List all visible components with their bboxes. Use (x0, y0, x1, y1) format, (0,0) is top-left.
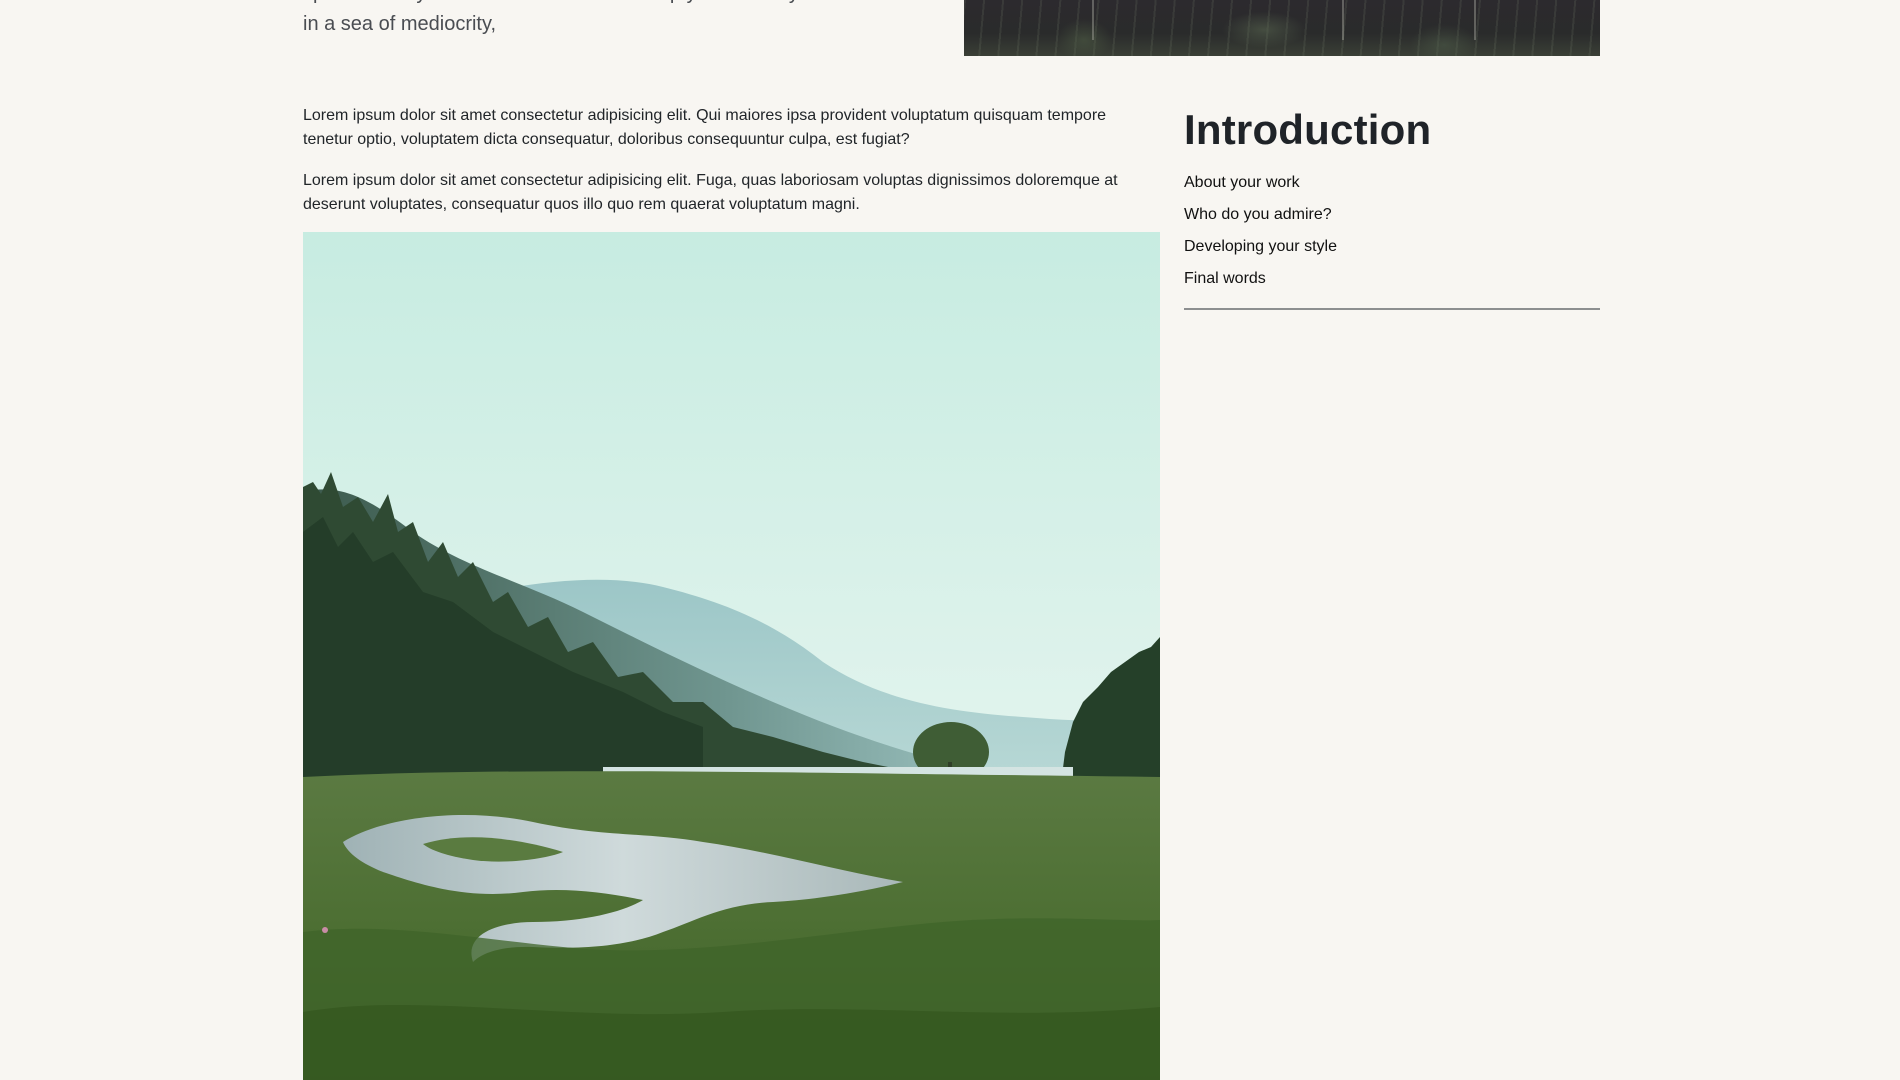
toc-list: About your work Who do you admire? Devel… (1184, 173, 1600, 289)
toc-item: Developing your style (1184, 237, 1600, 257)
toc-item: Who do you admire? (1184, 205, 1600, 225)
toc-link-about-your-work[interactable]: About your work (1184, 174, 1300, 191)
toc-divider (1184, 308, 1600, 310)
article-paragraph: Lorem ipsum dolor sit amet consectetur a… (303, 172, 1118, 213)
toc-item: About your work (1184, 173, 1600, 193)
article-page: spoke to Lucy Midas about how to develop… (0, 0, 1900, 1080)
toc-link-final-words[interactable]: Final words (1184, 270, 1266, 287)
article-lede: spoke to Lucy Midas about how to develop… (303, 0, 941, 35)
article-body: Lorem ipsum dolor sit amet consectetur a… (303, 104, 1160, 234)
toc-title: Introduction (1184, 106, 1432, 153)
toc-item: Final words (1184, 269, 1600, 289)
article-paragraph: Lorem ipsum dolor sit amet consectetur a… (303, 107, 1107, 148)
hero-forest-image (964, 0, 1600, 56)
landscape-image (303, 232, 1160, 1080)
toc-link-developing-your-style[interactable]: Developing your style (1184, 238, 1337, 255)
toc-link-who-do-you-admire[interactable]: Who do you admire? (1184, 206, 1332, 223)
table-of-contents: Introduction About your work Who do you … (1184, 100, 1600, 310)
